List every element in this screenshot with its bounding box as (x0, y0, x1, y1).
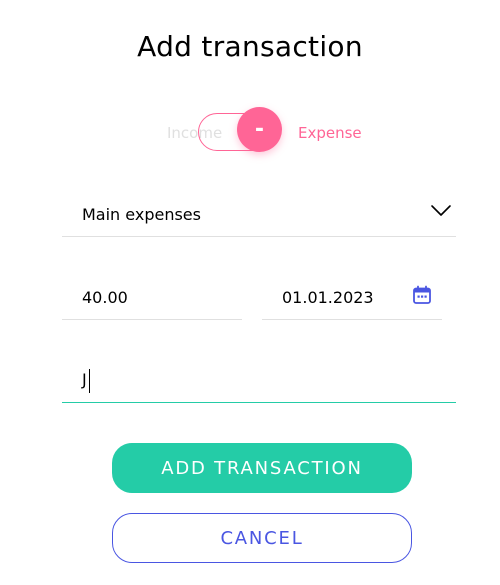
amount-input[interactable]: 40.00 (62, 278, 242, 320)
expense-label[interactable]: Expense (298, 124, 362, 142)
calendar-icon[interactable] (412, 285, 432, 305)
text-cursor (89, 369, 90, 393)
comment-input[interactable]: J (62, 360, 456, 403)
modal-title: Add transaction (137, 30, 363, 63)
date-value: 01.01.2023 (282, 288, 374, 307)
amount-value: 40.00 (82, 288, 128, 307)
date-input[interactable]: 01.01.2023 (262, 278, 442, 320)
category-select[interactable]: Main expenses (62, 195, 456, 237)
comment-value: J (82, 370, 87, 389)
minus-icon: - (254, 116, 265, 142)
add-transaction-button[interactable]: ADD TRANSACTION (112, 443, 412, 493)
toggle-knob[interactable]: - (237, 107, 282, 152)
cancel-button[interactable]: CANCEL (112, 513, 412, 563)
category-value: Main expenses (82, 205, 201, 224)
chevron-down-icon[interactable] (430, 204, 452, 218)
add-transaction-modal: Add transaction Income - Expense Main ex… (0, 0, 500, 585)
